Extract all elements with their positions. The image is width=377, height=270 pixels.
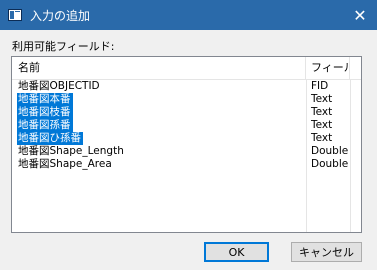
field-name: 地番図枝番 (17, 106, 73, 119)
title-bar[interactable]: 入力の追加 ✕ (0, 0, 377, 30)
list-item[interactable]: 地番図Shape_Length Double (12, 145, 361, 158)
field-type: Text (311, 132, 333, 144)
list-item[interactable]: 地番図OBJECTID FID (12, 80, 361, 93)
available-fields-label: 利用可能フィールド: (12, 40, 115, 53)
field-type: Text (311, 93, 333, 105)
ok-button[interactable]: OK (204, 242, 269, 262)
list-item[interactable]: 地番図ひ孫番 Text (12, 132, 361, 145)
list-header: 名前 フィール.. (12, 57, 361, 80)
field-name: 地番図孫番 (17, 119, 73, 132)
field-type: Text (311, 106, 333, 118)
field-type: FID (311, 80, 329, 92)
column-header-name[interactable]: 名前 (12, 57, 306, 79)
field-name: 地番図Shape_Area (18, 158, 112, 170)
list-item[interactable]: 地番図本番 Text (12, 93, 361, 106)
add-input-dialog: 入力の追加 ✕ 利用可能フィールド: 名前 フィール.. 地番図OBJECTID… (0, 0, 377, 270)
fields-list[interactable]: 名前 フィール.. 地番図OBJECTID FID 地番図本番 Text 地番図枝番 Te… (11, 56, 362, 233)
field-type: Double (311, 158, 349, 170)
cancel-button[interactable]: キャンセル (291, 242, 362, 262)
field-type: Text (311, 119, 333, 131)
column-header-type[interactable]: フィール.. (306, 57, 350, 79)
window-title: 入力の追加 (30, 8, 91, 23)
list-rows: 地番図OBJECTID FID 地番図本番 Text 地番図枝番 Text 地番図孫番 Tex… (12, 80, 361, 171)
field-name: 地番図Shape_Length (18, 145, 124, 157)
field-name: 地番図ひ孫番 (17, 132, 83, 145)
close-icon: ✕ (353, 5, 367, 25)
field-name: 地番図OBJECTID (18, 80, 100, 92)
list-item[interactable]: 地番図枝番 Text (12, 106, 361, 119)
field-type: Double (311, 145, 349, 157)
list-item[interactable]: 地番図Shape_Area Double (12, 158, 361, 171)
field-name: 地番図本番 (17, 93, 73, 106)
app-icon (8, 9, 22, 21)
close-button[interactable]: ✕ (343, 0, 377, 30)
list-item[interactable]: 地番図孫番 Text (12, 119, 361, 132)
